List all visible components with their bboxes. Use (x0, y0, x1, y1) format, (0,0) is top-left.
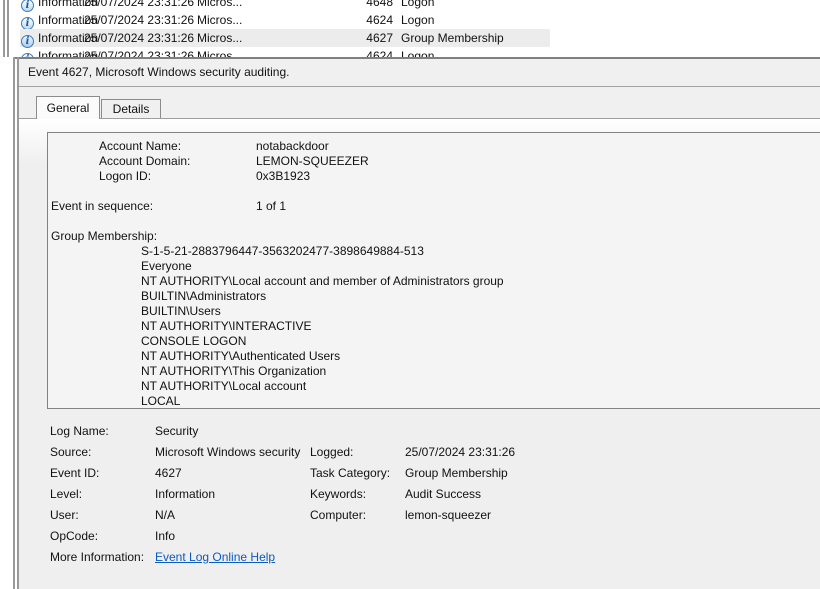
field-label: Event in sequence: (51, 199, 153, 214)
detail-value: 25/07/2024 23:31:26 (405, 442, 515, 463)
event-row[interactable]: i Information 25/07/2024 23:31:26 Micros… (0, 0, 820, 11)
event-datetime: 25/07/2024 23:31:26 (84, 29, 194, 47)
tab-details[interactable]: Details (101, 99, 161, 119)
detail-row: Source: Microsoft Windows security Logge… (19, 442, 820, 463)
detail-label: Source: (50, 442, 91, 463)
field-value: 0x3B1923 (256, 169, 310, 184)
group-item: CONSOLE LOGON (141, 334, 246, 349)
event-id: 4624 (348, 11, 393, 29)
detail-row: OpCode: Info (19, 526, 820, 547)
event-source: Micros... (197, 0, 242, 11)
event-id: 4648 (348, 0, 393, 11)
detail-label: Event ID: (50, 463, 99, 484)
group-item: LOCAL (141, 394, 180, 409)
event-datetime: 25/07/2024 23:31:26 (84, 0, 194, 11)
detail-label: Level: (50, 484, 82, 505)
detail-value: lemon-squeezer (405, 505, 491, 526)
group-item: BUILTIN\Users (141, 304, 221, 319)
detail-row: Log Name: Security (19, 421, 820, 442)
detail-value: Info (155, 526, 175, 547)
detail-label: Keywords: (310, 484, 366, 505)
field-value: 1 of 1 (256, 199, 286, 214)
preview-pane-title: Event 4627, Microsoft Windows security a… (19, 59, 820, 87)
detail-row: More Information: Event Log Online Help (19, 547, 820, 568)
event-task-category: Logon (401, 47, 434, 57)
detail-value: Group Membership (405, 463, 508, 484)
field-value: notabackdoor (256, 139, 329, 154)
tab-general[interactable]: General (36, 96, 100, 119)
event-datetime: 25/07/2024 23:31:26 (84, 47, 194, 57)
general-tab-page: Account Name: notabackdoor Account Domai… (19, 118, 820, 589)
pane-splitter-line (7, 0, 9, 57)
detail-value: 4627 (155, 463, 182, 484)
event-row[interactable]: i Information 25/07/2024 23:31:26 Micros… (0, 47, 820, 57)
event-task-category: Group Membership (401, 29, 504, 47)
detail-value: Microsoft Windows security (155, 442, 300, 463)
group-item: NT AUTHORITY\Local account (141, 379, 306, 394)
preview-pane-border (13, 57, 15, 589)
field-label: Account Name: (99, 139, 181, 154)
event-id: 4627 (348, 29, 393, 47)
group-membership-label: Group Membership: (51, 229, 157, 244)
detail-row: Level: Information Keywords: Audit Succe… (19, 484, 820, 505)
detail-label: OpCode: (50, 526, 98, 547)
event-row[interactable]: i Information 25/07/2024 23:31:26 Micros… (0, 11, 820, 29)
event-id: 4624 (348, 47, 393, 57)
detail-label: More Information: (50, 547, 144, 568)
detail-label: User: (50, 505, 79, 526)
field-label: Account Domain: (99, 154, 190, 169)
detail-value: Audit Success (405, 484, 481, 505)
detail-label: Logged: (310, 442, 353, 463)
detail-label: Log Name: (50, 421, 109, 442)
detail-label: Task Category: (310, 463, 390, 484)
detail-value: Information (155, 484, 215, 505)
event-task-category: Logon (401, 0, 434, 11)
event-log-online-help-link[interactable]: Event Log Online Help (155, 550, 275, 564)
event-source: Micros... (197, 47, 242, 57)
field-label: Logon ID: (99, 169, 151, 184)
detail-label: Computer: (310, 505, 366, 526)
event-row-selected[interactable]: i Information 25/07/2024 23:31:26 Micros… (0, 29, 820, 47)
event-description-box[interactable]: Account Name: notabackdoor Account Domai… (47, 132, 820, 409)
group-item: NT AUTHORITY\Local account and member of… (141, 274, 504, 289)
group-item: BUILTIN\Administrators (141, 289, 266, 304)
group-item: NT AUTHORITY\Authenticated Users (141, 349, 340, 364)
detail-row: User: N/A Computer: lemon-squeezer (19, 505, 820, 526)
field-value: LEMON-SQUEEZER (256, 154, 369, 169)
group-item: NT AUTHORITY\INTERACTIVE (141, 319, 311, 334)
event-source: Micros... (197, 29, 242, 47)
detail-value: N/A (155, 505, 175, 526)
detail-row: Event ID: 4627 Task Category: Group Memb… (19, 463, 820, 484)
event-list[interactable]: i Information 25/07/2024 23:31:26 Micros… (0, 0, 820, 57)
group-item: Everyone (141, 259, 192, 274)
detail-value: Security (155, 421, 198, 442)
event-source: Micros... (197, 11, 242, 29)
pane-splitter-line (3, 0, 5, 57)
event-task-category: Logon (401, 11, 434, 29)
group-item: NT AUTHORITY\This Organization (141, 364, 326, 379)
event-datetime: 25/07/2024 23:31:26 (84, 11, 194, 29)
group-sid: S-1-5-21-2883796447-3563202477-389864988… (141, 244, 424, 259)
